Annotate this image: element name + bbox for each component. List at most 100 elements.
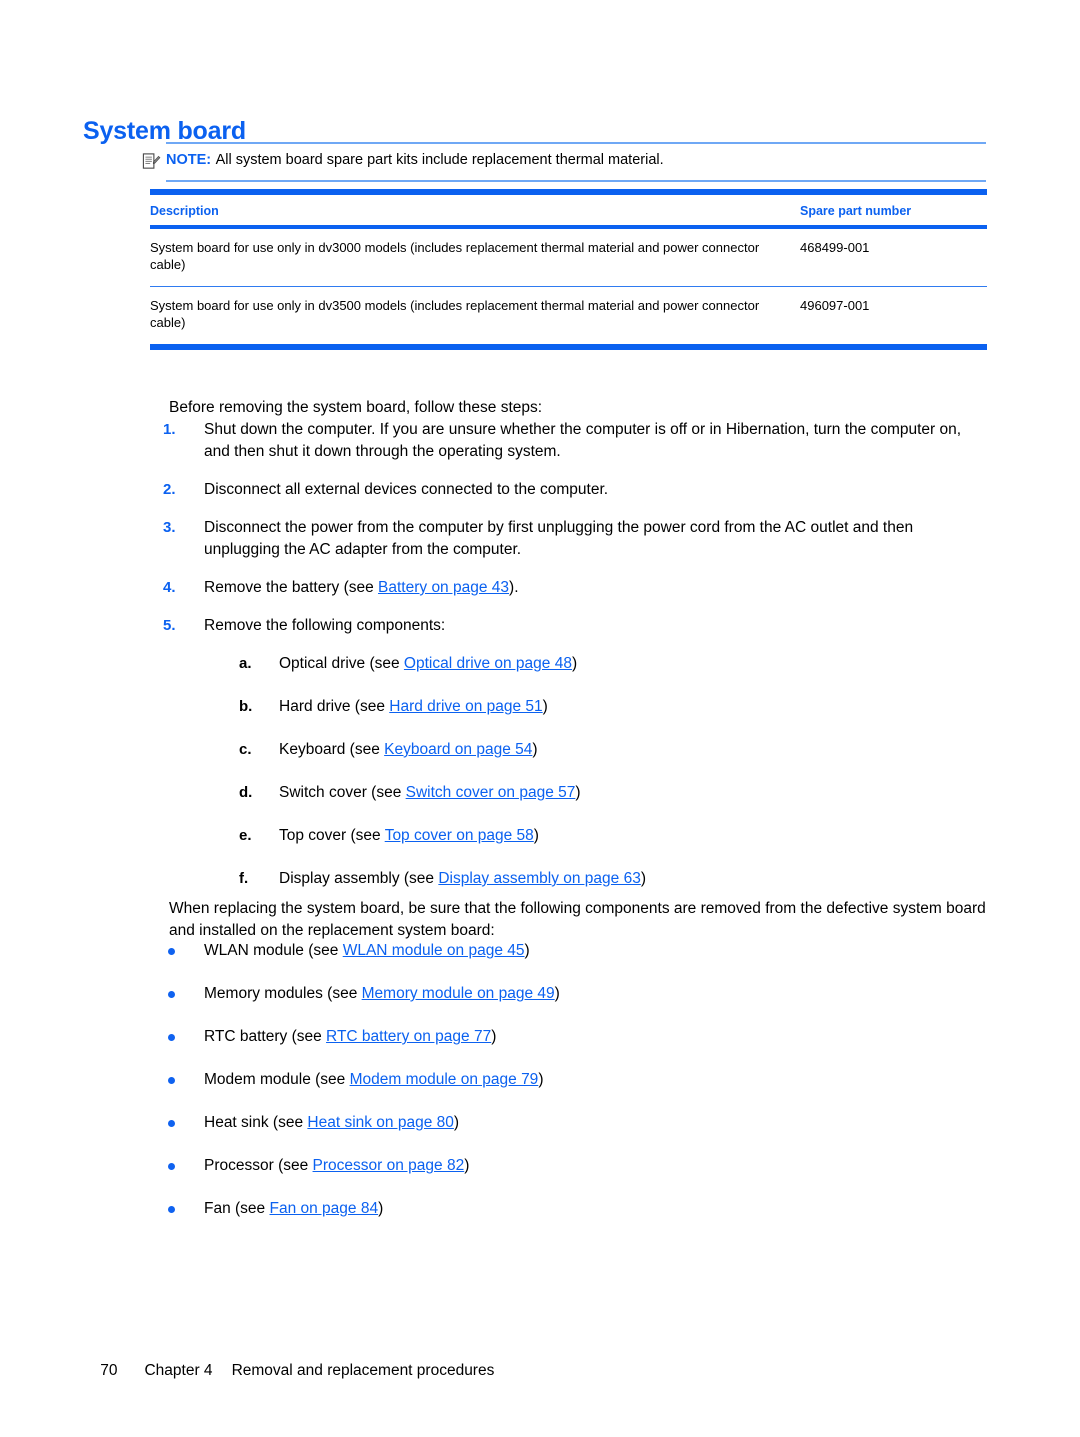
substep-text-pre: Switch cover (see [279,784,406,801]
step-text-post: ). [509,579,519,596]
bullet-text-post: ) [464,1157,470,1174]
substep-text-pre: Top cover (see [279,827,385,844]
list-item: d. Switch cover (see Switch cover on pag… [239,782,989,804]
list-item: Modem module (see Modem module on page 7… [163,1069,989,1091]
bullet-text-pre: WLAN module (see [204,942,343,959]
step-marker: 2. [163,481,176,498]
bullet-text-post: ) [554,985,560,1002]
list-item: c. Keyboard (see Keyboard on page 54) [239,739,989,761]
cross-reference-link-battery[interactable]: Battery on page 43 [378,579,509,596]
cross-reference-link-display-assembly[interactable]: Display assembly on page 63 [438,870,640,887]
list-item: e. Top cover (see Top cover on page 58) [239,825,989,847]
cell-description: System board for use only in dv3500 mode… [150,298,760,331]
substep-text-post: ) [640,870,647,887]
substep-marker: a. [239,655,252,672]
note-callout: NOTE: All system board spare part kits i… [142,142,986,182]
substep-marker: c. [239,741,252,758]
footer-chapter-title: Removal and replacement procedures [231,1362,495,1379]
note-pencil-icon [142,152,161,171]
bullet-dot-icon [168,1120,175,1127]
note-bottom-rule [166,180,986,182]
spare-parts-table: Description Spare part number System boa… [150,189,987,350]
substep-text-pre: Hard drive (see [279,698,390,715]
substep-marker: f. [239,870,249,887]
step-marker: 1. [163,421,176,438]
substep-text-post: ) [533,827,539,844]
bullet-text-post: ) [378,1200,384,1217]
substep-marker: d. [239,784,253,801]
bullet-text-pre: Modem module (see [204,1071,350,1088]
bullet-text-post: ) [524,942,530,959]
replacement-paragraph: When replacing the system board, be sure… [169,899,986,939]
intro-paragraph: Before removing the system board, follow… [169,398,543,416]
list-item: Fan (see Fan on page 84) [163,1198,989,1220]
substep-marker: b. [239,698,253,715]
substeps-list: a. Optical drive (see Optical drive on p… [239,653,989,890]
cross-reference-link-optical-drive[interactable]: Optical drive on page 48 [404,655,572,672]
substep-text-post: ) [542,698,548,715]
steps-list: 1. Shut down the computer. If you are un… [163,419,989,911]
cell-spare-part-number: 468499-001 [800,240,870,255]
cross-reference-link-processor[interactable]: Processor on page 82 [313,1157,465,1174]
cross-reference-link-memory-module[interactable]: Memory module on page 49 [362,985,555,1002]
cross-reference-link-switch-cover[interactable]: Switch cover on page 57 [406,784,576,801]
note-body: NOTE: All system board spare part kits i… [142,144,986,180]
bullet-dot-icon [168,1206,175,1213]
bullet-dot-icon [168,1163,175,1170]
bullet-text-pre: Processor (see [204,1157,313,1174]
substep-text-post: ) [532,741,538,758]
components-bullet-list: WLAN module (see WLAN module on page 45)… [163,940,989,1241]
table-header-row: Description Spare part number [150,195,987,225]
document-page: System board NOTE: All system board spar… [0,0,1080,1437]
cross-reference-link-fan[interactable]: Fan on page 84 [269,1200,378,1217]
column-header-spare-part-number: Spare part number [800,204,912,218]
list-item: RTC battery (see RTC battery on page 77) [163,1026,989,1048]
footer-chapter: Chapter 4 [144,1362,213,1379]
cross-reference-link-modem-module[interactable]: Modem module on page 79 [350,1071,539,1088]
list-item: 4. Remove the battery (see Battery on pa… [163,577,989,599]
list-item: 2. Disconnect all external devices conne… [163,479,989,501]
cross-reference-link-keyboard[interactable]: Keyboard on page 54 [384,741,532,758]
list-item: WLAN module (see WLAN module on page 45) [163,940,989,962]
list-item: Memory modules (see Memory module on pag… [163,983,989,1005]
list-item: b. Hard drive (see Hard drive on page 51… [239,696,989,718]
list-item: Processor (see Processor on page 82) [163,1155,989,1177]
bullet-text-pre: RTC battery (see [204,1028,327,1045]
column-header-description: Description [150,204,219,218]
substep-text-pre: Keyboard (see [279,741,385,758]
list-item: a. Optical drive (see Optical drive on p… [239,653,989,675]
bullet-text-pre: Heat sink (see [204,1114,308,1131]
note-label: NOTE: [166,152,212,168]
bullet-dot-icon [168,991,175,998]
substep-marker: e. [239,827,252,844]
page-title: System board [83,116,246,145]
list-item: Heat sink (see Heat sink on page 80) [163,1112,989,1134]
step-marker: 4. [163,579,176,596]
cross-reference-link-hard-drive[interactable]: Hard drive on page 51 [389,698,542,715]
cell-description: System board for use only in dv3000 mode… [150,240,760,273]
bullet-text-pre: Memory modules (see [204,985,362,1002]
step-marker: 3. [163,519,176,536]
step-text: Disconnect the power from the computer b… [204,519,914,558]
substep-text-pre: Display assembly (see [279,870,439,887]
bullet-dot-icon [168,1034,175,1041]
cross-reference-link-wlan-module[interactable]: WLAN module on page 45 [343,942,525,959]
step-text: Remove the following components: [204,617,446,634]
bullet-dot-icon [168,1077,175,1084]
cross-reference-link-top-cover[interactable]: Top cover on page 58 [385,827,534,844]
cell-spare-part-number: 496097-001 [800,298,870,314]
step-text: Disconnect all external devices connecte… [204,481,609,498]
table-row: System board for use only in dv3000 mode… [150,229,987,286]
step-marker: 5. [163,617,176,634]
list-item: f. Display assembly (see Display assembl… [239,868,989,890]
substep-text-post: ) [571,655,578,672]
table-bottom-bar [150,343,987,350]
bullet-text-post: ) [453,1114,460,1131]
table-body: System board for use only in dv3000 mode… [150,229,987,344]
cross-reference-link-heat-sink[interactable]: Heat sink on page 80 [307,1114,454,1131]
bullet-text-pre: Fan (see [204,1200,270,1217]
substep-text-pre: Optical drive (see [279,655,404,672]
list-item: 1. Shut down the computer. If you are un… [163,419,989,463]
note-text: All system board spare part kits include… [215,152,664,168]
cross-reference-link-rtc-battery[interactable]: RTC battery on page 77 [326,1028,491,1045]
